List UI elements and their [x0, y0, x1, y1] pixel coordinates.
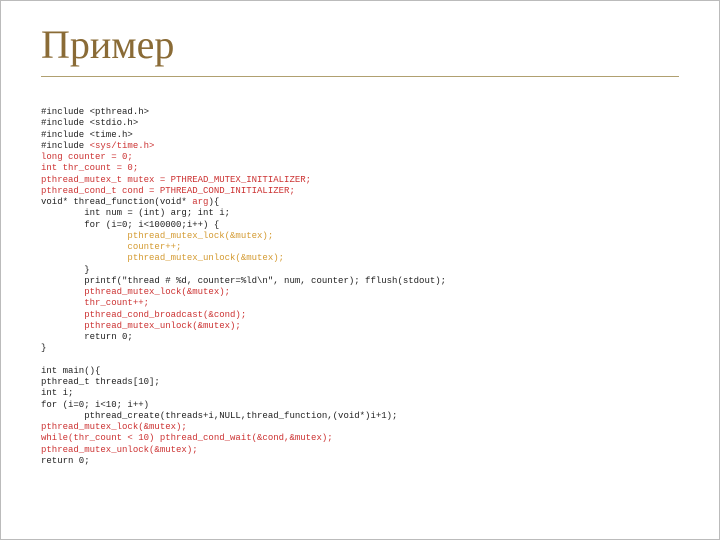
code-span: arg [192, 197, 208, 207]
code-span: <sys/time.h> [90, 141, 155, 151]
code-line: pthread_t threads[10]; [41, 377, 160, 387]
code-line: int i; [41, 388, 73, 398]
code-line: while(thr_count < 10) pthread_cond_wait(… [41, 433, 333, 443]
code-line: #include [41, 141, 90, 151]
code-line: int main(){ [41, 366, 100, 376]
code-line: } [41, 265, 90, 275]
code-line: pthread_mutex_unlock(&mutex); [41, 321, 241, 331]
slide-title: Пример [41, 21, 679, 70]
code-line: int num = (int) arg; int i; [41, 208, 230, 218]
code-line: pthread_cond_broadcast(&cond); [41, 310, 246, 320]
code-line: pthread_mutex_lock(&mutex); [41, 231, 273, 241]
code-line: pthread_create(threads+i,NULL,thread_fun… [41, 411, 397, 421]
code-line: printf("thread # %d, counter=%ld\n", num… [41, 276, 446, 286]
code-line: thr_count++; [41, 298, 149, 308]
code-block: #include <pthread.h> #include <stdio.h> … [41, 107, 679, 467]
code-line: pthread_mutex_unlock(&mutex); [41, 445, 198, 455]
code-line: } [41, 343, 46, 353]
code-line: #include <stdio.h> [41, 118, 138, 128]
code-line: void* thread_function(void* [41, 197, 192, 207]
code-line: for (i=0; i<100000;i++) { [41, 220, 219, 230]
title-rule [41, 76, 679, 77]
code-line: #include <time.h> [41, 130, 133, 140]
code-line: for (i=0; i<10; i++) [41, 400, 149, 410]
code-line: pthread_mutex_lock(&mutex); [41, 422, 187, 432]
code-line: pthread_mutex_lock(&mutex); [41, 287, 230, 297]
code-line: counter++; [41, 242, 181, 252]
code-line: return 0; [41, 456, 90, 466]
code-line: pthread_mutex_t mutex = PTHREAD_MUTEX_IN… [41, 175, 311, 185]
code-line: return 0; [41, 332, 133, 342]
slide-container: Пример #include <pthread.h> #include <st… [1, 1, 719, 487]
code-line: pthread_cond_t cond = PTHREAD_COND_INITI… [41, 186, 295, 196]
code-line: long counter = 0; [41, 152, 133, 162]
code-line: pthread_mutex_unlock(&mutex); [41, 253, 284, 263]
code-span: ){ [208, 197, 219, 207]
code-line: int thr_count = 0; [41, 163, 138, 173]
code-line: #include <pthread.h> [41, 107, 149, 117]
